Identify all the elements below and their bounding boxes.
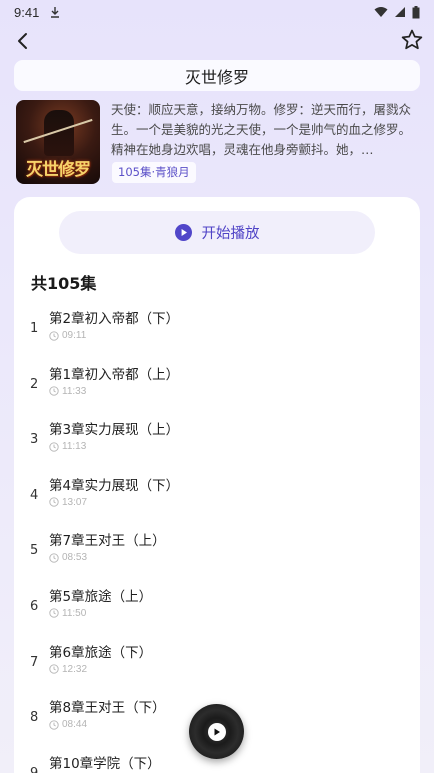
list-item[interactable]: 1 第2章初入帝都（下） 09:11 — [14, 301, 420, 357]
book-tag: 105集·青狼月 — [112, 162, 196, 183]
top-bar — [0, 26, 434, 56]
list-item[interactable]: 4 第4章实力展现（下） 13:07 — [14, 468, 420, 524]
episode-title: 第7章王对王（上） — [49, 533, 166, 550]
clock-icon — [49, 720, 59, 730]
duration-text: 08:53 — [62, 552, 88, 564]
episode-duration: 13:07 — [49, 497, 87, 508]
clock-icon — [49, 497, 59, 507]
start-play-button[interactable]: 开始播放 — [59, 211, 375, 254]
episode-duration: 11:13 — [49, 441, 86, 452]
episode-card: 开始播放 共105集 1 第2章初入帝都（下） 09:11 2 第1章初入帝都（… — [14, 197, 420, 773]
episode-count: 共105集 — [31, 274, 97, 293]
vinyl-disc-icon — [207, 722, 226, 741]
episode-duration: 12:32 — [49, 664, 87, 675]
clock-icon — [49, 608, 59, 619]
clock-icon — [49, 386, 59, 396]
page-title: 灭世修罗 — [14, 60, 420, 91]
episode-number: 2 — [30, 376, 39, 392]
book-cover[interactable]: 灭世修罗 — [16, 100, 100, 184]
status-time: 9:41 — [14, 4, 40, 20]
list-item[interactable]: 2 第1章初入帝都（上） 11:33 — [14, 357, 420, 413]
episode-title: 第1章初入帝都（上） — [49, 366, 180, 383]
episode-number: 4 — [30, 487, 39, 503]
start-play-label: 开始播放 — [201, 226, 260, 242]
duration-text: 08:44 — [62, 719, 88, 731]
list-item[interactable]: 6 第5章旅途（上） 11:50 — [14, 579, 420, 635]
episode-title: 第2章初入帝都（下） — [49, 311, 180, 327]
wifi-icon — [374, 7, 388, 17]
book-description[interactable]: 天使：顺应天意，接纳万物。修罗：逆天而行，屠戮众生。一个是美貌的光之天使，一个是… — [111, 100, 413, 160]
now-playing-button[interactable] — [189, 704, 244, 759]
episode-title: 第5章旅途（上） — [49, 588, 153, 605]
clock-icon — [49, 664, 59, 674]
status-bar: 9:41 — [0, 0, 434, 24]
episode-number: 1 — [30, 321, 39, 336]
list-item[interactable]: 5 第7章王对王（上） 08:53 — [14, 523, 420, 579]
duration-text: 13:07 — [62, 496, 88, 508]
episode-title: 第6章旅途（下） — [49, 644, 153, 661]
episode-number: 9 — [30, 766, 44, 773]
episode-number: 8 — [30, 710, 39, 726]
clock-icon — [49, 330, 59, 341]
list-item[interactable]: 3 第3章实力展现（上） 11:13 — [14, 412, 420, 468]
download-icon — [51, 7, 60, 18]
duration-text: 11:13 — [62, 441, 87, 453]
episode-number: 7 — [30, 654, 39, 670]
episode-duration: 09:11 — [49, 330, 86, 341]
battery-icon — [412, 5, 420, 18]
episode-duration: 11:33 — [49, 386, 86, 397]
episode-duration: 11:50 — [49, 608, 86, 619]
episode-number: 3 — [30, 432, 39, 448]
cover-title: 灭世修罗 — [26, 160, 91, 180]
list-item[interactable]: 7 第6章旅途（下） 12:32 — [14, 635, 420, 691]
episode-duration: 08:53 — [49, 552, 87, 563]
clock-icon — [49, 553, 59, 563]
duration-text: 12:32 — [62, 663, 88, 675]
duration-text: 11:50 — [62, 607, 87, 619]
episode-number: 6 — [30, 598, 39, 614]
duration-text: 09:11 — [62, 330, 87, 341]
duration-text: 11:33 — [62, 385, 87, 397]
play-circle-icon — [174, 224, 192, 241]
signal-icon — [395, 7, 405, 17]
episode-duration: 08:44 — [49, 719, 87, 730]
episode-number: 5 — [30, 543, 39, 559]
back-arrow-icon[interactable] — [12, 30, 34, 52]
episode-title: 第4章实力展现（下） — [49, 477, 180, 494]
episode-title: 第8章王对王（下） — [49, 700, 166, 717]
star-icon[interactable] — [400, 28, 424, 52]
clock-icon — [49, 442, 59, 452]
episode-list: 1 第2章初入帝都（下） 09:11 2 第1章初入帝都（上） 11:33 3 … — [14, 301, 420, 773]
episode-title: 第10章学院（下） — [49, 755, 161, 772]
episode-title: 第3章实力展现（上） — [49, 422, 180, 439]
